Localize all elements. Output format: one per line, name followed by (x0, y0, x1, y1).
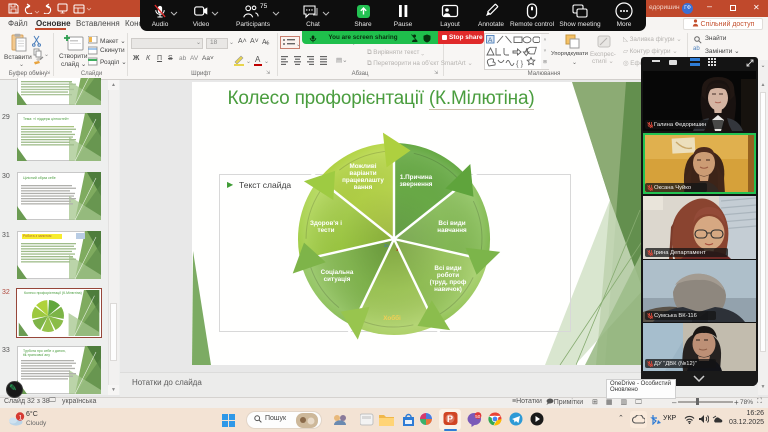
svg-text:3з: 3з (384, 243, 389, 248)
svg-text:P: P (447, 414, 453, 424)
svg-text:A: A (488, 37, 493, 44)
svg-text:50: 50 (475, 414, 481, 419)
svg-text:А: А (255, 55, 261, 64)
svg-text:75: 75 (260, 3, 268, 10)
svg-text:1: 1 (19, 414, 23, 421)
svg-text:⌄: ⌄ (246, 59, 251, 65)
svg-text:з: з (396, 247, 398, 252)
svg-text:⌄: ⌄ (264, 59, 269, 65)
svg-text:⌄: ⌄ (296, 42, 301, 47)
svg-text:⌄: ⌄ (44, 52, 49, 58)
svg-text:{ }: { } (516, 59, 524, 68)
